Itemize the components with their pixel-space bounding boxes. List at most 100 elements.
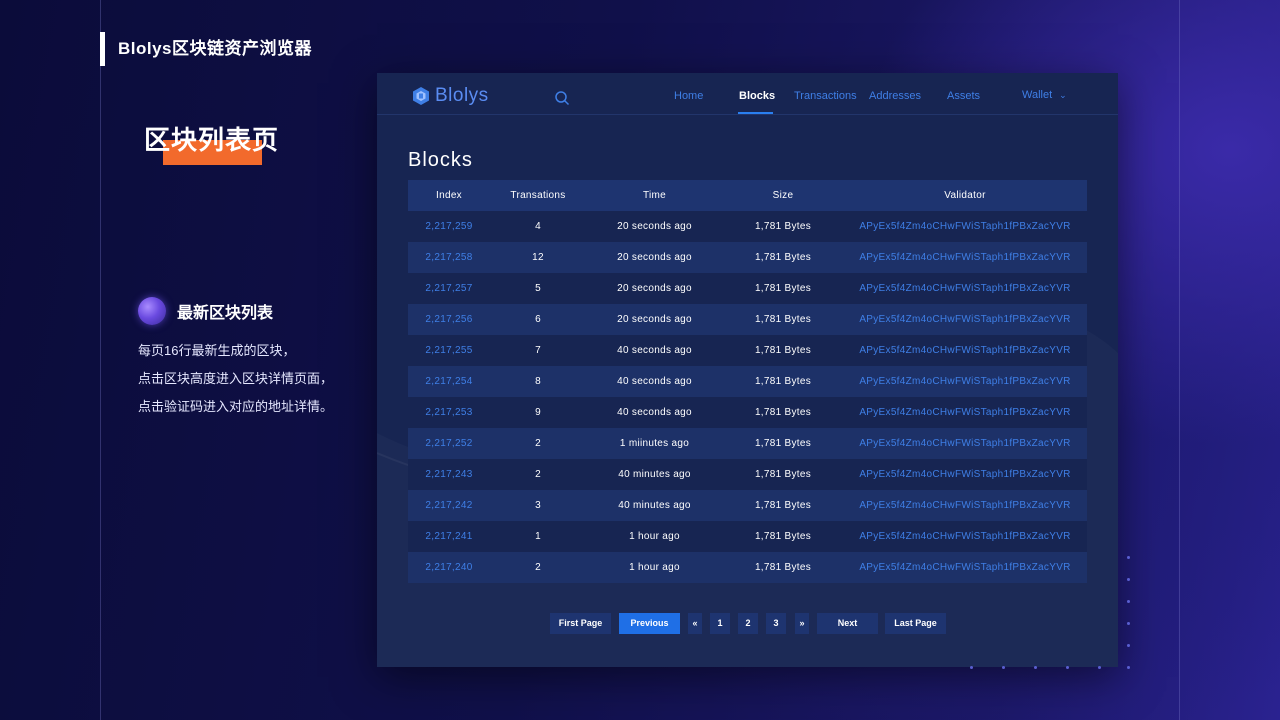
first-page-button[interactable]: First Page: [550, 613, 611, 634]
feature-line: 每页16行最新生成的区块，: [138, 343, 296, 358]
page-heading: 区块列表页: [144, 120, 284, 166]
block-index-link[interactable]: 2,217,255: [408, 335, 490, 366]
block-size: 1,781 Bytes: [723, 273, 843, 304]
block-time: 1 hour ago: [586, 521, 723, 552]
table-row: 2,217,257 5 20 seconds ago 1,781 Bytes APyEx…: [408, 273, 1087, 304]
validator-link[interactable]: APyEx5f4Zm4oCHwFWiSTaph1fPBxZacYVR: [843, 397, 1087, 428]
nav-wallet[interactable]: Wallet ⌄: [1022, 89, 1067, 101]
active-tab-indicator: [738, 112, 773, 114]
block-time: 40 seconds ago: [586, 335, 723, 366]
next-button[interactable]: Next: [817, 613, 878, 634]
nav-assets[interactable]: Assets: [947, 90, 980, 102]
validator-link[interactable]: APyEx5f4Zm4oCHwFWiSTaph1fPBxZacYVR: [843, 273, 1087, 304]
brand-name: Blolys: [435, 85, 489, 106]
block-index-link[interactable]: 2,217,258: [408, 242, 490, 273]
feature-text: 每页16行最新生成的区块， 点击区块高度进入区块详情页面， 点击验证码进入对应的…: [138, 337, 333, 421]
col-index: Index: [408, 180, 490, 211]
table-row: 2,217,256 6 20 seconds ago 1,781 Bytes APyEx…: [408, 304, 1087, 335]
nav-transactions[interactable]: Transactions: [794, 90, 857, 102]
blocks-table: Index Transations Time Size Validator 2,…: [408, 180, 1087, 583]
pagination: First Page Previous « 1 2 3 » Next Last …: [377, 613, 1118, 635]
tx-count: 9: [490, 397, 586, 428]
tx-count: 6: [490, 304, 586, 335]
nav-blocks[interactable]: Blocks: [739, 90, 775, 102]
block-time: 40 minutes ago: [586, 490, 723, 521]
block-index-link[interactable]: 2,217,254: [408, 366, 490, 397]
block-time: 40 minutes ago: [586, 459, 723, 490]
tx-count: 1: [490, 521, 586, 552]
block-time: 20 seconds ago: [586, 211, 723, 242]
table-row: 2,217,243 2 40 minutes ago 1,781 Bytes APyEx…: [408, 459, 1087, 490]
table-row: 2,217,259 4 20 seconds ago 1,781 Bytes APyEx…: [408, 211, 1087, 242]
previous-button[interactable]: Previous: [619, 613, 680, 634]
block-size: 1,781 Bytes: [723, 428, 843, 459]
tx-count: 12: [490, 242, 586, 273]
block-index-link[interactable]: 2,217,257: [408, 273, 490, 304]
tx-count: 5: [490, 273, 586, 304]
table-header-row: Index Transations Time Size Validator: [408, 180, 1087, 211]
tx-count: 8: [490, 366, 586, 397]
table-row: 2,217,252 2 1 miinutes ago 1,781 Bytes APyEx…: [408, 428, 1087, 459]
table-row: 2,217,255 7 40 seconds ago 1,781 Bytes APyEx…: [408, 335, 1087, 366]
block-time: 20 seconds ago: [586, 273, 723, 304]
feature-title: 最新区块列表: [177, 305, 274, 322]
validator-link[interactable]: APyEx5f4Zm4oCHwFWiSTaph1fPBxZacYVR: [843, 335, 1087, 366]
page-3-button[interactable]: 3: [766, 613, 786, 634]
block-size: 1,781 Bytes: [723, 304, 843, 335]
page-1-button[interactable]: 1: [710, 613, 730, 634]
block-index-link[interactable]: 2,217,242: [408, 490, 490, 521]
block-size: 1,781 Bytes: [723, 459, 843, 490]
nav-home[interactable]: Home: [674, 90, 703, 102]
section-title: Blocks: [408, 149, 473, 171]
top-nav: Blolys Home Blocks Transactions Addresse…: [377, 73, 1118, 115]
block-index-link[interactable]: 2,217,252: [408, 428, 490, 459]
block-time: 20 seconds ago: [586, 242, 723, 273]
validator-link[interactable]: APyEx5f4Zm4oCHwFWiSTaph1fPBxZacYVR: [843, 428, 1087, 459]
col-validator: Validator: [843, 180, 1087, 211]
block-index-link[interactable]: 2,217,243: [408, 459, 490, 490]
brand-logo[interactable]: Blolys: [411, 85, 489, 107]
chevron-down-icon: ⌄: [1059, 90, 1067, 100]
validator-link[interactable]: APyEx5f4Zm4oCHwFWiSTaph1fPBxZacYVR: [843, 552, 1087, 583]
block-index-link[interactable]: 2,217,253: [408, 397, 490, 428]
tx-count: 2: [490, 459, 586, 490]
left-guide-line: [100, 0, 101, 720]
table-row: 2,217,254 8 40 seconds ago 1,781 Bytes APyEx…: [408, 366, 1087, 397]
tx-count: 3: [490, 490, 586, 521]
table-row: 2,217,241 1 1 hour ago 1,781 Bytes APyEx5f4Z…: [408, 521, 1087, 552]
validator-link[interactable]: APyEx5f4Zm4oCHwFWiSTaph1fPBxZacYVR: [843, 459, 1087, 490]
block-size: 1,781 Bytes: [723, 335, 843, 366]
next-arrow-button[interactable]: »: [795, 613, 809, 634]
table-row: 2,217,240 2 1 hour ago 1,781 Bytes APyEx5f4Z…: [408, 552, 1087, 583]
nav-addresses[interactable]: Addresses: [869, 90, 921, 102]
col-transactions: Transations: [490, 180, 586, 211]
validator-link[interactable]: APyEx5f4Zm4oCHwFWiSTaph1fPBxZacYVR: [843, 490, 1087, 521]
table-row: 2,217,242 3 40 minutes ago 1,781 Bytes APyEx…: [408, 490, 1087, 521]
validator-link[interactable]: APyEx5f4Zm4oCHwFWiSTaph1fPBxZacYVR: [843, 521, 1087, 552]
feature-orb-icon: [138, 297, 166, 325]
tx-count: 7: [490, 335, 586, 366]
validator-link[interactable]: APyEx5f4Zm4oCHwFWiSTaph1fPBxZacYVR: [843, 211, 1087, 242]
prev-arrow-button[interactable]: «: [688, 613, 702, 634]
nav-wallet-label: Wallet: [1022, 89, 1053, 101]
validator-link[interactable]: APyEx5f4Zm4oCHwFWiSTaph1fPBxZacYVR: [843, 304, 1087, 335]
tx-count: 2: [490, 428, 586, 459]
col-size: Size: [723, 180, 843, 211]
block-index-link[interactable]: 2,217,259: [408, 211, 490, 242]
block-index-link[interactable]: 2,217,240: [408, 552, 490, 583]
feature-line: 点击验证码进入对应的地址详情。: [138, 399, 334, 414]
block-size: 1,781 Bytes: [723, 397, 843, 428]
page-2-button[interactable]: 2: [738, 613, 758, 634]
block-size: 1,781 Bytes: [723, 490, 843, 521]
block-size: 1,781 Bytes: [723, 242, 843, 273]
validator-link[interactable]: APyEx5f4Zm4oCHwFWiSTaph1fPBxZacYVR: [843, 366, 1087, 397]
validator-link[interactable]: APyEx5f4Zm4oCHwFWiSTaph1fPBxZacYVR: [843, 242, 1087, 273]
feature-header: 最新区块列表: [138, 297, 333, 325]
block-size: 1,781 Bytes: [723, 521, 843, 552]
logo-mark-icon: [413, 87, 429, 105]
block-index-link[interactable]: 2,217,241: [408, 521, 490, 552]
last-page-button[interactable]: Last Page: [885, 613, 946, 634]
right-guide-line: [1179, 0, 1180, 720]
search-icon[interactable]: [554, 90, 570, 106]
block-index-link[interactable]: 2,217,256: [408, 304, 490, 335]
